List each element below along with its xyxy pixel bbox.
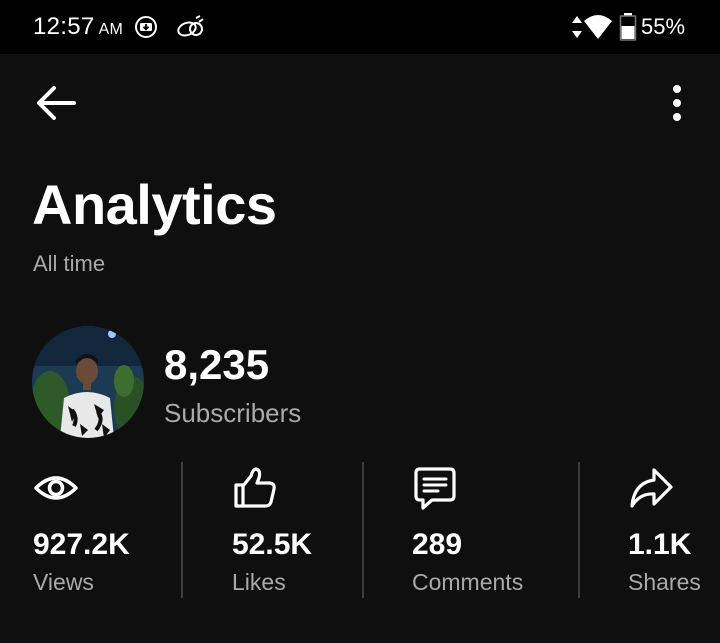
channel-avatar[interactable] <box>32 326 144 438</box>
status-time-value: 12:57 <box>33 13 95 40</box>
stat-divider <box>362 462 364 598</box>
subscriber-count: 8,235 <box>164 341 270 388</box>
battery-icon <box>619 13 637 41</box>
stat-likes[interactable]: 52.5K Likes <box>232 462 352 602</box>
page-subtitle: All time <box>33 251 106 276</box>
stat-divider <box>578 462 580 598</box>
stat-shares[interactable]: 1.1K Shares <box>628 462 718 602</box>
stat-views[interactable]: 927.2K Views <box>33 462 173 602</box>
avatar-image <box>32 326 144 438</box>
back-button[interactable] <box>30 80 82 126</box>
eye-icon <box>34 476 78 500</box>
app-bar <box>0 54 720 150</box>
stat-comments[interactable]: 289 Comments <box>412 462 562 602</box>
status-time: 12:57 AM <box>33 13 123 41</box>
signal-app-icon <box>177 15 204 37</box>
status-bar: 12:57 AM 55% <box>0 0 720 54</box>
page-title: Analytics <box>32 173 277 236</box>
stat-comments-value: 289 <box>412 528 463 561</box>
stat-divider <box>181 462 183 598</box>
stat-shares-value: 1.1K <box>628 528 692 561</box>
wifi-icon <box>584 15 612 39</box>
thumbs-up-icon <box>234 467 276 508</box>
battery-percent: 55% <box>641 14 686 39</box>
stat-likes-label: Likes <box>232 569 286 595</box>
stat-comments-label: Comments <box>412 569 524 595</box>
subscriber-label: Subscribers <box>164 398 302 428</box>
status-time-ampm: AM <box>98 21 124 38</box>
stat-views-label: Views <box>33 569 94 595</box>
more-options-button[interactable] <box>660 80 694 126</box>
stat-likes-value: 52.5K <box>232 528 313 561</box>
cast-download-icon <box>135 16 157 38</box>
stat-shares-label: Shares <box>628 569 701 595</box>
comment-icon <box>414 467 456 510</box>
stat-views-value: 927.2K <box>33 528 130 561</box>
share-icon <box>630 468 673 508</box>
arrow-left-icon <box>37 86 76 120</box>
data-arrows-icon <box>572 16 582 38</box>
more-vertical-icon <box>673 85 681 121</box>
